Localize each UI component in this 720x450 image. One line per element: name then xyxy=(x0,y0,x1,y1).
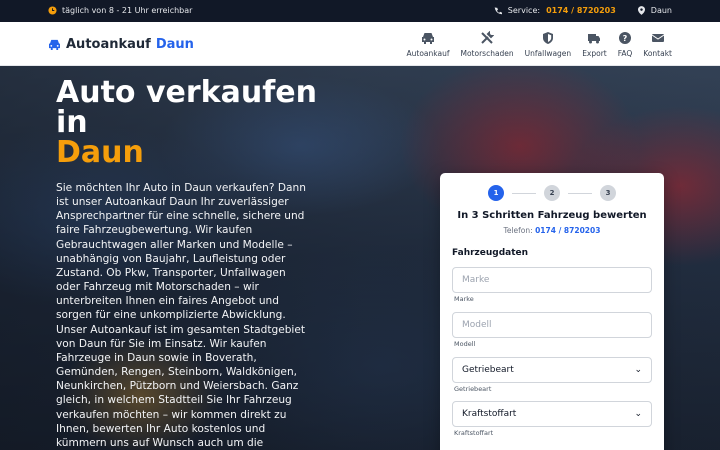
nav-label: Export xyxy=(582,49,607,58)
brand-city: Daun xyxy=(155,37,194,52)
nav-item-unfallwagen[interactable]: Unfallwagen xyxy=(524,31,572,58)
marke-caption: Marke xyxy=(454,295,474,303)
nav-item-autoankauf[interactable]: Autoankauf xyxy=(406,31,450,58)
nav-label: Autoankauf xyxy=(406,49,450,58)
hero-title-city: Daun xyxy=(56,135,144,170)
hero-title: Auto verkaufen in Daun xyxy=(56,78,317,168)
form-phone: Telefon: 0174 / 8720203 xyxy=(440,226,664,235)
question-icon: ? xyxy=(619,32,632,44)
brand-name: Autoankauf xyxy=(66,37,151,52)
svg-text:?: ? xyxy=(623,34,628,43)
step-1: 1 xyxy=(488,185,504,201)
clock-icon xyxy=(48,6,57,15)
nav-label: Motorschaden xyxy=(460,49,514,58)
modell-input[interactable]: Modell xyxy=(452,312,652,338)
step-connector xyxy=(568,192,592,194)
getriebeart-value: Getriebeart xyxy=(462,365,514,375)
nav-label: Kontakt xyxy=(643,49,672,58)
car-icon xyxy=(422,33,434,44)
kraftstoffart-caption: Kraftstoffart xyxy=(454,429,494,437)
hero-title-line2: in xyxy=(56,105,88,140)
kraftstoffart-select[interactable]: Kraftstoffart ⌄ xyxy=(452,401,652,427)
getriebeart-select[interactable]: Getriebeart ⌄ xyxy=(452,357,652,383)
service-label: Service: xyxy=(507,6,541,15)
map-pin-icon xyxy=(637,6,645,15)
truck-icon xyxy=(588,34,601,44)
nav-item-export[interactable]: Export xyxy=(582,31,607,58)
hero-title-line1: Auto verkaufen xyxy=(56,75,317,110)
getriebeart-caption: Getriebeart xyxy=(454,385,492,393)
modell-caption: Modell xyxy=(454,340,476,348)
form-title: In 3 Schritten Fahrzeug bewerten xyxy=(457,210,647,221)
step-connector xyxy=(512,192,536,194)
tools-icon xyxy=(481,31,495,44)
site-header: Autoankauf Daun Autoankauf Motorschaden … xyxy=(0,22,720,66)
marke-input[interactable]: Marke xyxy=(452,267,652,293)
step-3: 3 xyxy=(600,185,616,201)
valuation-form-card: 1 2 3 In 3 Schritten Fahrzeug bewerten T… xyxy=(440,173,664,450)
logo[interactable]: Autoankauf Daun xyxy=(48,37,194,52)
main-nav: Autoankauf Motorschaden Unfallwagen Expo… xyxy=(407,31,672,58)
chevron-down-icon: ⌄ xyxy=(634,365,642,375)
section-heading: Fahrzeugdaten xyxy=(452,248,529,258)
shield-icon xyxy=(542,32,553,44)
nav-label: Unfallwagen xyxy=(524,49,572,58)
car-logo-icon xyxy=(49,39,60,50)
step-indicator: 1 2 3 xyxy=(488,185,616,201)
hours-info: täglich von 8 - 21 Uhr erreichbar xyxy=(48,6,192,15)
service-phone-link[interactable]: 0174 / 8720203 xyxy=(546,6,616,15)
location-text: Daun xyxy=(650,6,672,15)
hours-text: täglich von 8 - 21 Uhr erreichbar xyxy=(62,6,193,15)
marke-placeholder: Marke xyxy=(462,275,490,285)
nav-label: FAQ xyxy=(617,49,633,58)
modell-placeholder: Modell xyxy=(462,320,492,330)
phone-icon xyxy=(494,6,502,14)
top-info-bar: täglich von 8 - 21 Uhr erreichbar Servic… xyxy=(0,0,720,22)
chevron-down-icon: ⌄ xyxy=(634,409,642,419)
hero-description: Sie möchten Ihr Auto in Daun verkaufen? … xyxy=(56,182,306,449)
kraftstoffart-value: Kraftstoffart xyxy=(462,409,517,419)
nav-item-motorschaden[interactable]: Motorschaden xyxy=(460,31,514,58)
step-2: 2 xyxy=(544,185,560,201)
nav-item-faq[interactable]: ? FAQ xyxy=(617,31,633,58)
envelope-icon xyxy=(651,34,664,42)
form-phone-label: Telefon: xyxy=(503,226,533,235)
form-phone-number[interactable]: 0174 / 8720203 xyxy=(535,226,600,235)
nav-item-kontakt[interactable]: Kontakt xyxy=(643,31,672,58)
